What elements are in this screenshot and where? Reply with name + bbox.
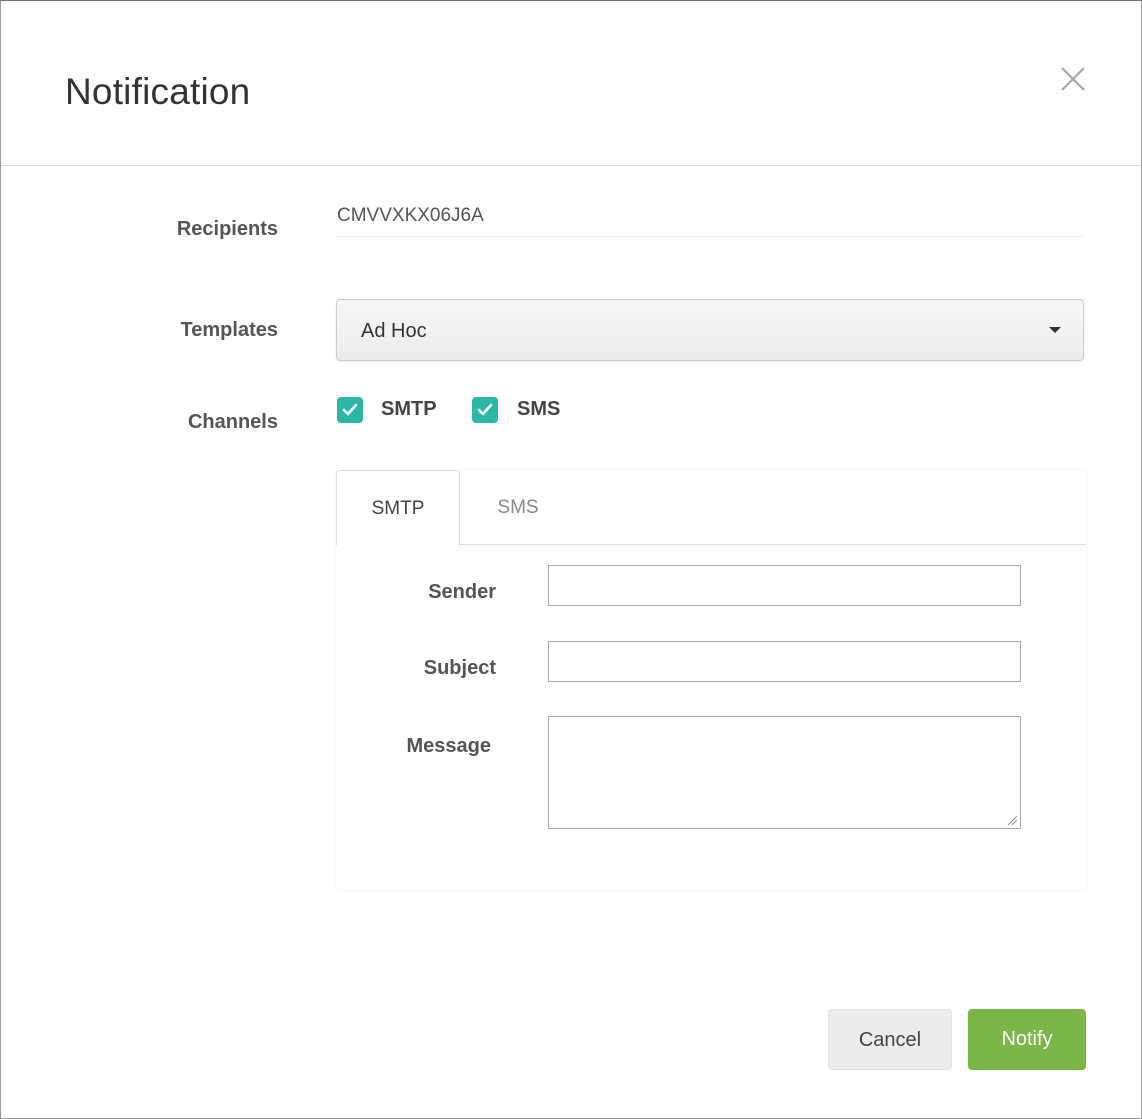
cancel-button[interactable]: Cancel [828, 1009, 952, 1070]
resize-handle-icon[interactable] [1006, 814, 1018, 826]
channel-tab-panel: SMTP SMS Sender Subject Message [336, 470, 1086, 889]
channels-label: Channels [187, 411, 278, 433]
checkbox-sms-label[interactable]: SMS [517, 398, 560, 421]
message-label: Message [406, 735, 492, 757]
dialog-title: Notification [65, 71, 251, 112]
dialog-header: Notification [1, 1, 1141, 166]
tab-smtp[interactable]: SMTP [336, 470, 460, 545]
tab-strip-divider [460, 544, 1086, 545]
templates-selected-value: Ad Hoc [361, 320, 427, 342]
checkmark-icon [477, 403, 493, 416]
checkbox-sms[interactable] [472, 397, 498, 423]
message-textarea[interactable] [548, 716, 1021, 829]
chevron-down-icon [1049, 327, 1061, 333]
templates-label: Templates [180, 319, 278, 341]
checkbox-smtp-label[interactable]: SMTP [381, 398, 437, 421]
sender-label: Sender [428, 581, 496, 603]
subject-input[interactable] [548, 641, 1021, 682]
recipients-label: Recipients [176, 218, 278, 240]
close-icon [1061, 67, 1085, 91]
notify-button[interactable]: Notify [968, 1009, 1086, 1070]
checkbox-smtp[interactable] [337, 397, 363, 423]
subject-label: Subject [423, 657, 496, 679]
sender-input[interactable] [548, 565, 1021, 606]
close-button[interactable] [1057, 63, 1089, 95]
templates-select[interactable]: Ad Hoc [336, 299, 1084, 361]
recipients-value: CMVVXKX06J6A [337, 196, 1083, 237]
checkmark-icon [342, 403, 358, 416]
notification-dialog: Notification Recipients CMVVXKX06J6A Tem… [0, 0, 1142, 1119]
tab-sms[interactable]: SMS [460, 471, 576, 544]
